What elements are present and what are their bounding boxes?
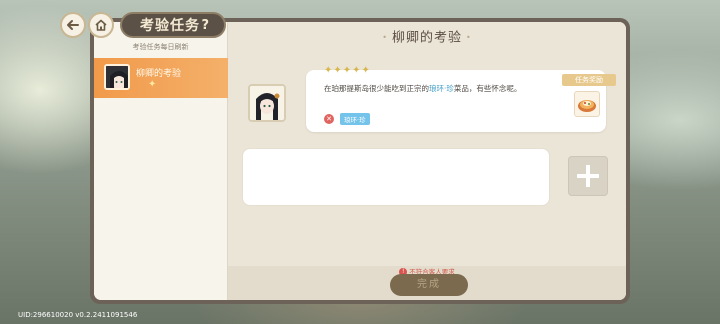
home-button[interactable] (88, 12, 114, 38)
page-title-text: 考验任务 (140, 18, 200, 34)
sidebar-item-task[interactable]: 柳卿的考验 ✦ (94, 58, 228, 98)
back-button[interactable] (60, 12, 86, 38)
sidebar-item-label: 柳卿的考验 (136, 69, 182, 79)
sidebar-star-icon: ✦ (148, 79, 157, 90)
task-sidebar: 考验任务每日刷新 柳卿的考验 ✦ (94, 22, 228, 300)
dialogue-highlight: 琅环·珍 (429, 84, 454, 93)
plus-icon (577, 165, 599, 187)
dialogue-text: 在珀那提斯岛很少能吃到正宗的琅环·珍菜品，有些怀念呢。 (324, 83, 552, 95)
dish-icon[interactable] (574, 91, 600, 117)
task-panel-inner: 考验任务每日刷新 柳卿的考验 ✦ • 柳卿的考验 • ✦✦✦✦✦ 在珀那提斯岛很… (94, 22, 626, 300)
help-button[interactable]: ? (201, 18, 210, 33)
task-detail-header: • 柳卿的考验 • (228, 22, 626, 54)
difficulty-stars: ✦✦✦✦✦ (324, 65, 371, 76)
reward-label: 任务奖励 (562, 74, 616, 86)
header-dot-icon: • (466, 33, 472, 42)
task-avatar (104, 64, 130, 90)
dialogue-bubble: ✦✦✦✦✦ 在珀那提斯岛很少能吃到正宗的琅环·珍菜品，有些怀念呢。 ✕ 琅环·珍… (306, 65, 616, 132)
dialogue-text-after: 菜品，有些怀念呢。 (453, 84, 522, 93)
uid-label: UID:296610020 v0.2.2411091546 (18, 311, 138, 319)
requirement-status: ✕ 琅环·珍 (324, 113, 370, 125)
dialogue-text-before: 在珀那提斯岛很少能吃到正宗的 (324, 84, 429, 93)
page-title: 考验任务 ? (120, 12, 226, 38)
close-circle-icon: ✕ (324, 114, 334, 124)
sidebar-refresh-note: 考验任务每日刷新 (132, 43, 189, 51)
npc-avatar (248, 84, 286, 122)
cuisine-tag: 琅环·珍 (340, 113, 370, 125)
add-dish-button[interactable] (568, 156, 608, 196)
task-detail: • 柳卿的考验 • ✦✦✦✦✦ 在珀那提斯岛很少能吃到正宗的琅环·珍菜品，有些怀念呢… (228, 22, 626, 300)
arrow-left-icon (67, 20, 79, 30)
dish-slot[interactable] (242, 148, 550, 206)
complete-button[interactable]: 完成 (390, 274, 468, 296)
home-icon (95, 19, 107, 31)
header-dot-icon: • (382, 33, 388, 42)
task-panel: 考验任务每日刷新 柳卿的考验 ✦ • 柳卿的考验 • ✦✦✦✦✦ 在珀那提斯岛很… (90, 18, 630, 304)
task-detail-title: 柳卿的考验 (391, 30, 462, 46)
